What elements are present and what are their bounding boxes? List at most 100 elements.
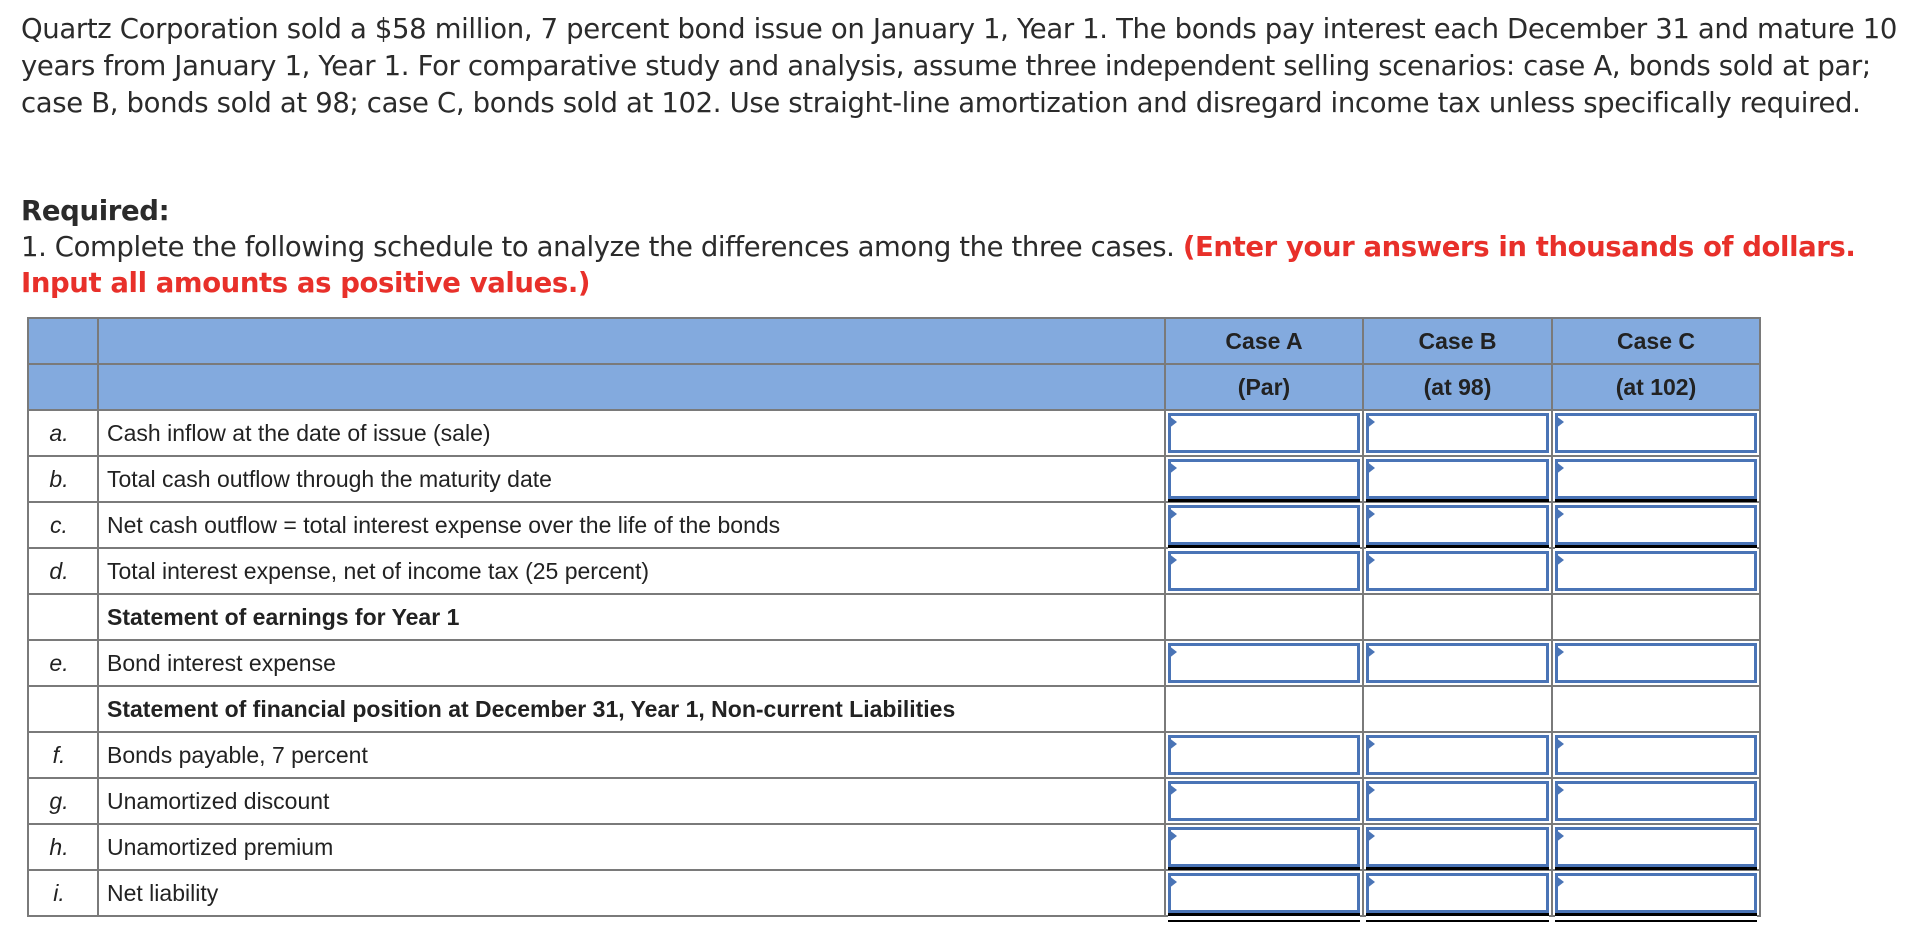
case-a-input[interactable] [1171,646,1357,680]
row-letter [27,685,99,733]
case-a-input[interactable] [1171,554,1357,588]
row-label: Bond interest expense [97,639,1166,687]
case-a-input[interactable] [1171,462,1357,496]
case-a-input[interactable] [1171,508,1357,542]
input-flag-icon [1168,507,1177,521]
case-c-input[interactable] [1558,554,1754,588]
input-flag-icon [1366,737,1375,751]
header-blank-desc [97,317,1166,365]
case-c-cell [1551,869,1761,917]
case-a-cell [1164,869,1364,917]
case-b-input[interactable] [1369,462,1546,496]
row-letter: f. [27,731,99,779]
row-letter: h. [27,823,99,871]
case-c-input[interactable] [1558,830,1754,864]
input-flag-icon [1555,645,1564,659]
case-c-input[interactable] [1558,876,1754,910]
row-label: Unamortized premium [97,823,1166,871]
case-a-input[interactable] [1171,784,1357,818]
input-flag-icon [1555,415,1564,429]
row-letter: c. [27,501,99,549]
input-flag-icon [1168,415,1177,429]
problem-statement: Quartz Corporation sold a $58 million, 7… [21,13,1898,119]
empty-cell [1362,593,1553,641]
input-flag-icon [1555,783,1564,797]
header-blank-letter [27,363,99,411]
row-letter: d. [27,547,99,595]
empty-cell [1164,685,1364,733]
input-flag-icon [1168,875,1177,889]
case-b-input[interactable] [1369,554,1546,588]
case-b-input[interactable] [1369,784,1546,818]
case-b-cell [1362,639,1553,687]
row-letter: e. [27,639,99,687]
case-c-cell [1551,777,1761,825]
input-flag-icon [1555,461,1564,475]
case-b-cell [1362,869,1553,917]
header-case-a: Case A [1164,317,1364,365]
section-row: Statement of earnings for Year 1 [27,593,1761,641]
empty-cell [1362,685,1553,733]
required-instructions: 1. Complete the following schedule to an… [21,229,1911,301]
row-label: Unamortized discount [97,777,1166,825]
table-row: b. Total cash outflow through the maturi… [27,455,1761,503]
input-flag-icon [1555,875,1564,889]
case-c-cell [1551,455,1761,503]
case-a-input[interactable] [1171,876,1357,910]
case-b-cell [1362,547,1553,595]
section-row: Statement of financial position at Decem… [27,685,1761,733]
case-c-input[interactable] [1558,784,1754,818]
row-letter: b. [27,455,99,503]
case-c-cell [1551,547,1761,595]
input-flag-icon [1555,507,1564,521]
table-row: e. Bond interest expense [27,639,1761,687]
case-a-cell [1164,823,1364,871]
header-blank-desc [97,363,1166,411]
table-row: g. Unamortized discount [27,777,1761,825]
required-text: 1. Complete the following schedule to an… [21,231,1183,263]
case-b-input[interactable] [1369,830,1546,864]
case-b-input[interactable] [1369,876,1546,910]
case-a-input[interactable] [1171,738,1357,772]
input-flag-icon [1168,553,1177,567]
row-label: Net cash outflow = total interest expens… [97,501,1166,549]
input-flag-icon [1366,461,1375,475]
case-c-input[interactable] [1558,416,1754,450]
case-a-cell [1164,409,1364,457]
case-c-input[interactable] [1558,508,1754,542]
table-row: i. Net liability [27,869,1761,917]
case-a-cell [1164,777,1364,825]
table-row: d. Total interest expense, net of income… [27,547,1761,595]
case-a-cell [1164,455,1364,503]
section-heading-financial-position: Statement of financial position at Decem… [97,685,1166,733]
input-flag-icon [1366,783,1375,797]
empty-cell [1551,593,1761,641]
case-a-input[interactable] [1171,830,1357,864]
case-c-input[interactable] [1558,646,1754,680]
case-c-cell [1551,639,1761,687]
input-flag-icon [1555,553,1564,567]
input-flag-icon [1168,461,1177,475]
case-b-input[interactable] [1369,416,1546,450]
input-flag-icon [1366,829,1375,843]
case-c-cell [1551,731,1761,779]
input-flag-icon [1555,829,1564,843]
case-b-cell [1362,455,1553,503]
case-b-input[interactable] [1369,646,1546,680]
input-flag-icon [1366,507,1375,521]
table-row: c. Net cash outflow = total interest exp… [27,501,1761,549]
case-b-input[interactable] [1369,738,1546,772]
row-label: Total interest expense, net of income ta… [97,547,1166,595]
input-flag-icon [1168,783,1177,797]
row-letter [27,593,99,641]
case-c-input[interactable] [1558,462,1754,496]
row-label: Net liability [97,869,1166,917]
case-a-cell [1164,501,1364,549]
case-c-cell [1551,409,1761,457]
case-a-input[interactable] [1171,416,1357,450]
row-letter: a. [27,409,99,457]
case-b-input[interactable] [1369,508,1546,542]
table-row: h. Unamortized premium [27,823,1761,871]
case-c-input[interactable] [1558,738,1754,772]
case-a-cell [1164,547,1364,595]
